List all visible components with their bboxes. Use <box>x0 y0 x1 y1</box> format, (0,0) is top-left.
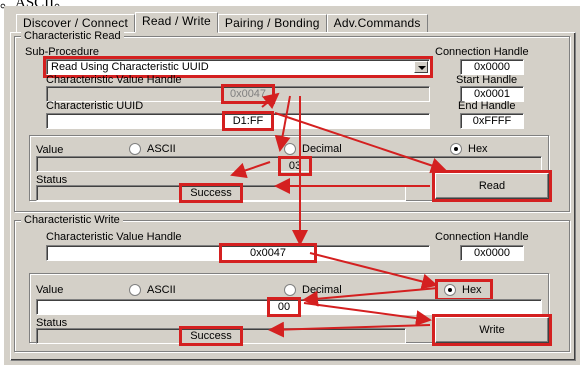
write-connection-handle-label: Connection Handle <box>435 231 529 243</box>
read-value-label: Value <box>36 144 64 156</box>
write-radio-decimal-label: Decimal <box>302 284 342 296</box>
write-value-field[interactable]: 00 <box>36 297 542 317</box>
read-radio-hex[interactable]: Hex <box>450 143 488 155</box>
read-radio-decimal-label: Decimal <box>302 143 342 155</box>
write-button[interactable]: Write <box>432 314 552 346</box>
read-button[interactable]: Read <box>432 170 552 202</box>
start-handle-label: Start Handle <box>456 74 518 86</box>
radio-selected-icon <box>450 143 462 155</box>
write-radio-decimal[interactable]: Decimal <box>284 284 342 296</box>
radio-icon <box>129 284 141 296</box>
sub-procedure-select[interactable]: Read Using Characteristic UUID <box>43 56 433 78</box>
characteristic-write-title: Characteristic Write <box>21 213 123 227</box>
end-handle-label: End Handle <box>458 100 516 112</box>
characteristic-read-title: Characteristic Read <box>21 29 124 43</box>
read-value-handle-value: 0x0047 <box>220 84 276 104</box>
write-value-label: Value <box>36 284 64 296</box>
write-value-handle-label: Characteristic Value Handle <box>46 231 182 243</box>
tab-pairing-bonding[interactable]: Pairing / Bonding <box>217 14 327 33</box>
read-status-text: Success <box>179 183 243 203</box>
write-value-handle-value: 0x0047 <box>218 243 318 263</box>
radio-icon <box>284 284 296 296</box>
read-radio-hex-label: Hex <box>468 143 488 155</box>
write-value-text: 00 <box>266 297 302 317</box>
radio-icon <box>284 143 296 155</box>
characteristic-read-group: Characteristic Read Sub-Procedure Read U… <box>14 29 570 212</box>
write-radio-ascii[interactable]: ASCII <box>129 284 176 296</box>
tab-adv-commands[interactable]: Adv.Commands <box>326 14 428 33</box>
read-status-field: Success <box>36 183 406 203</box>
read-radio-ascii[interactable]: ASCII <box>129 143 176 155</box>
write-radio-ascii-label: ASCII <box>147 284 176 296</box>
write-radio-hex-label: Hex <box>462 284 482 296</box>
tab-read-write[interactable]: Read / Write <box>134 12 218 33</box>
read-value-text: 03 <box>277 156 313 176</box>
read-value-field[interactable]: 03 <box>36 156 542 176</box>
read-connection-handle-field[interactable]: 0x0000 <box>460 59 524 75</box>
write-value-handle-field[interactable]: 0x0047 <box>46 243 430 263</box>
uuid-field[interactable]: D1:FF <box>46 111 430 131</box>
connection-handle-label: Connection Handle <box>435 46 529 58</box>
uuid-label: Characteristic UUID <box>46 100 144 112</box>
sub-procedure-value: Read Using Characteristic UUID <box>51 61 209 73</box>
radio-selected-icon <box>444 284 456 296</box>
value-handle-label: Characteristic Value Handle <box>46 74 182 86</box>
read-radio-ascii-label: ASCII <box>147 143 176 155</box>
chevron-down-icon[interactable] <box>414 61 428 73</box>
ble-tool-window: Discover / Connect Read / Write Pairing … <box>4 6 580 365</box>
read-radio-decimal[interactable]: Decimal <box>284 143 342 155</box>
write-status-text: Success <box>179 326 243 346</box>
sub-procedure-label: Sub-Procedure <box>25 46 99 58</box>
end-handle-field[interactable]: 0xFFFF <box>460 113 524 129</box>
write-radio-hex[interactable]: Hex <box>435 279 493 301</box>
radio-icon <box>129 143 141 155</box>
write-connection-handle-field[interactable]: 0x0000 <box>460 245 524 261</box>
uuid-value: D1:FF <box>221 111 275 131</box>
characteristic-write-group: Characteristic Write Characteristic Valu… <box>14 213 570 352</box>
write-status-field: Success <box>36 326 406 346</box>
